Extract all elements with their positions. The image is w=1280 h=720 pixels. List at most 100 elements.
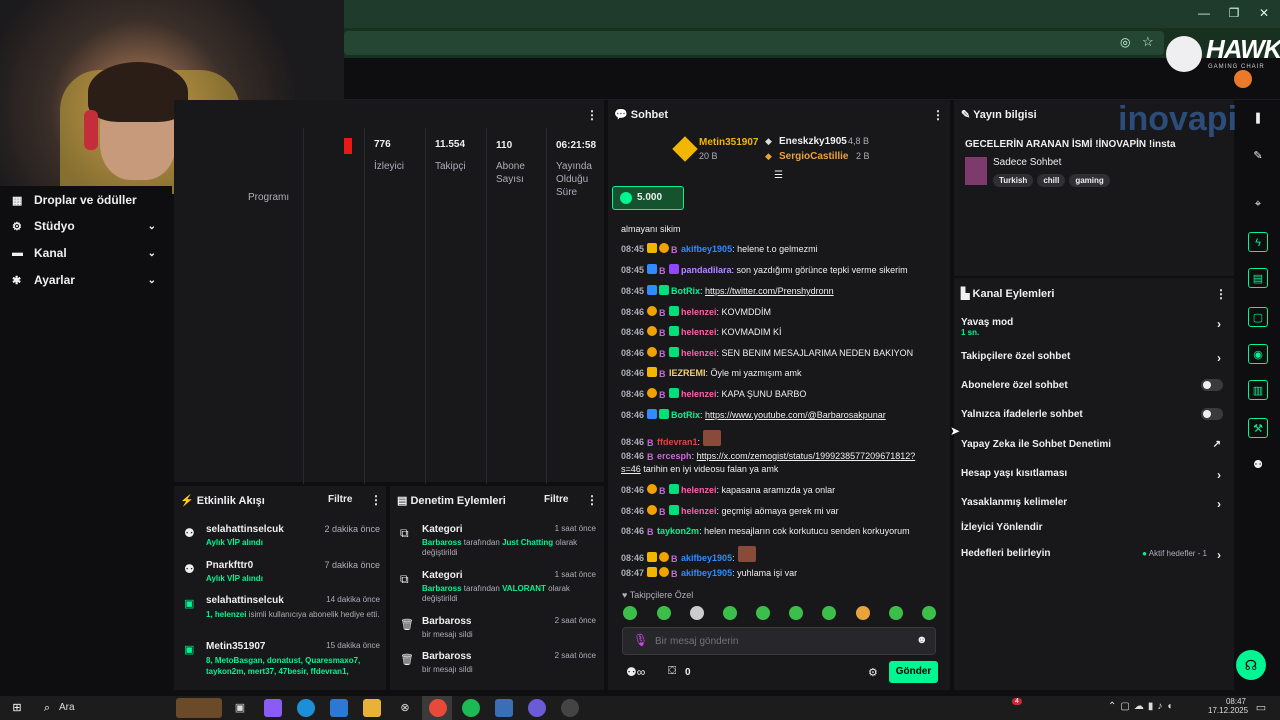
actions-kebab-icon[interactable]: ⋮: [1215, 287, 1227, 301]
nav-item-studio[interactable]: ⚙ Stüdyo ⌄: [12, 216, 162, 236]
close-icon[interactable]: ✕: [1256, 6, 1272, 22]
stream-category[interactable]: Sadece Sohbet: [993, 157, 1061, 168]
taskbar-clock[interactable]: 08:47 17.12.2025: [1208, 697, 1248, 715]
taskbar-search[interactable]: Ara: [59, 702, 75, 713]
chat-username[interactable]: helenzei: [681, 389, 717, 399]
top-gifter-2[interactable]: Eneskzky1905: [779, 136, 847, 147]
activity-kebab-icon[interactable]: ⋮: [370, 493, 382, 507]
gift-box-icon[interactable]: ⛋: [668, 665, 676, 678]
chat-username[interactable]: taykon2m: [657, 526, 699, 536]
tag-gaming[interactable]: gaming: [1069, 174, 1110, 187]
target-icon[interactable]: ⌖: [1248, 194, 1268, 214]
emote-icon[interactable]: [856, 606, 870, 620]
task-view-icon[interactable]: ▣: [231, 699, 249, 717]
emote-icon[interactable]: [922, 606, 936, 620]
obs-icon[interactable]: [561, 699, 579, 717]
emote-icon[interactable]: [623, 606, 637, 620]
bolt-icon[interactable]: ϟ: [1248, 232, 1268, 252]
tag-chill[interactable]: chill: [1037, 174, 1066, 187]
copilot-icon[interactable]: [264, 699, 282, 717]
star-icon[interactable]: ☆: [1142, 34, 1154, 50]
chat-username[interactable]: BotRix: [671, 410, 700, 420]
pen-icon[interactable]: ✎: [1248, 146, 1268, 166]
goals-row[interactable]: Hedefleri belirleyin ● Aktif hedefler - 1…: [961, 548, 1229, 562]
tag-turkish[interactable]: Turkish: [993, 174, 1034, 187]
chat-username[interactable]: BotRix: [671, 286, 700, 296]
stream-title[interactable]: GECELERİN ARANAN İSMİ !İNOVAPİN !insta: [965, 139, 1176, 150]
top-gifter-3[interactable]: SergioCastillie: [779, 151, 848, 162]
support-icon[interactable]: ☊: [1236, 650, 1266, 680]
chat-username[interactable]: IEZREMI: [669, 368, 706, 378]
chat-settings-icon[interactable]: ⚙: [868, 666, 878, 679]
system-tray-icons[interactable]: ⌃▢☁▮♪◖: [1108, 701, 1176, 712]
chat-username[interactable]: helenzei: [681, 506, 717, 516]
chat-username[interactable]: helenzei: [681, 307, 717, 317]
chat-username[interactable]: pandadilara: [681, 265, 732, 275]
emoji-icon[interactable]: ☻: [916, 634, 928, 646]
chat-username[interactable]: akifbey1905: [681, 244, 732, 254]
widget-icon[interactable]: [176, 698, 222, 718]
top-gifter-1[interactable]: Metin351907: [699, 137, 758, 148]
moderation-kebab-icon[interactable]: ⋮: [586, 493, 598, 507]
broadcast-icon[interactable]: ◉: [1248, 344, 1268, 364]
chat-username[interactable]: helenzei: [681, 327, 717, 337]
moderation-filter-button[interactable]: Filtre: [544, 494, 568, 505]
wrench-icon[interactable]: ⚒: [1248, 418, 1268, 438]
emote-icon[interactable]: [723, 606, 737, 620]
edge-icon[interactable]: [297, 699, 315, 717]
search-icon[interactable]: ⌕: [38, 699, 56, 717]
sidebar-toggle-icon[interactable]: ❚: [1248, 108, 1268, 128]
users-icon[interactable]: ⚉: [1248, 455, 1268, 475]
folder-icon[interactable]: [363, 699, 381, 717]
chat-username[interactable]: helenzei: [681, 348, 717, 358]
subs-toggle[interactable]: [1201, 379, 1223, 391]
maximize-icon[interactable]: ❐: [1226, 6, 1242, 22]
nav-item-channel[interactable]: ▬ Kanal ⌄: [12, 243, 162, 263]
nav-item-settings[interactable]: ✱ Ayarlar ⌄: [12, 270, 162, 290]
ai-moderation-row[interactable]: Yapay Zeka ile Sohbet Denetimi ↗: [961, 439, 1229, 450]
raid-row[interactable]: İzleyici Yönlendir: [961, 522, 1229, 533]
chat-link[interactable]: https://twitter.com/Prenshydronn: [705, 286, 834, 296]
followers-chat-row[interactable]: Takipçilere özel sohbet ›: [961, 351, 1229, 365]
spotify-icon[interactable]: [462, 699, 480, 717]
emote-icon[interactable]: [690, 606, 704, 620]
chat-username[interactable]: akifbey1905: [681, 553, 732, 563]
chrome-icon[interactable]: [429, 699, 447, 717]
emote-icon[interactable]: [756, 606, 770, 620]
banned-words-row[interactable]: Yasaklanmış kelimeler ›: [961, 497, 1229, 511]
mail-icon[interactable]: [330, 699, 348, 717]
discord-icon[interactable]: [528, 699, 546, 717]
app-icon[interactable]: [495, 699, 513, 717]
chat-username[interactable]: ercesph: [657, 451, 692, 461]
chat-input[interactable]: [622, 627, 936, 655]
avatar[interactable]: [1234, 70, 1252, 88]
emote-icon[interactable]: [657, 606, 671, 620]
expand-icon[interactable]: ☰: [774, 170, 783, 181]
windows-start-icon[interactable]: ⊞: [8, 699, 26, 717]
emote-icon[interactable]: [822, 606, 836, 620]
list-icon[interactable]: ▤: [1248, 268, 1268, 288]
account-age-row[interactable]: Hesap yaşı kısıtlaması ›: [961, 468, 1229, 482]
chat-icon[interactable]: ▢: [1248, 307, 1268, 327]
chat-kebab-icon[interactable]: ⋮: [932, 108, 944, 122]
chat-username[interactable]: helenzei: [681, 485, 717, 495]
address-bar[interactable]: [344, 31, 1164, 55]
slow-mode-row[interactable]: Yavaş mod ›: [961, 317, 1229, 331]
chat-link[interactable]: https://www.youtube.com/@Barbarosakpunar: [705, 410, 886, 420]
stats-kebab-icon[interactable]: ⋮: [586, 108, 598, 122]
minimize-icon[interactable]: —: [1196, 6, 1212, 22]
xbox-icon[interactable]: ⊗: [396, 699, 414, 717]
chat-username[interactable]: akifbey1905: [681, 568, 732, 578]
infinity-icon[interactable]: ⚉∞: [626, 665, 645, 679]
nav-item-drops[interactable]: ▦ Droplar ve ödüller: [12, 190, 162, 210]
emote-icon[interactable]: [889, 606, 903, 620]
notification-icon[interactable]: ▭: [1252, 699, 1270, 717]
layout-icon[interactable]: ▥: [1248, 380, 1268, 400]
microphone-icon[interactable]: 🎙: [633, 633, 648, 647]
eye-off-icon[interactable]: ◎: [1120, 35, 1130, 49]
send-button[interactable]: Gönder: [889, 661, 938, 683]
chat-username[interactable]: ffdevran1: [657, 437, 698, 447]
activity-filter-button[interactable]: Filtre: [328, 494, 352, 505]
emote-icon[interactable]: [789, 606, 803, 620]
emotes-toggle[interactable]: [1201, 408, 1223, 420]
